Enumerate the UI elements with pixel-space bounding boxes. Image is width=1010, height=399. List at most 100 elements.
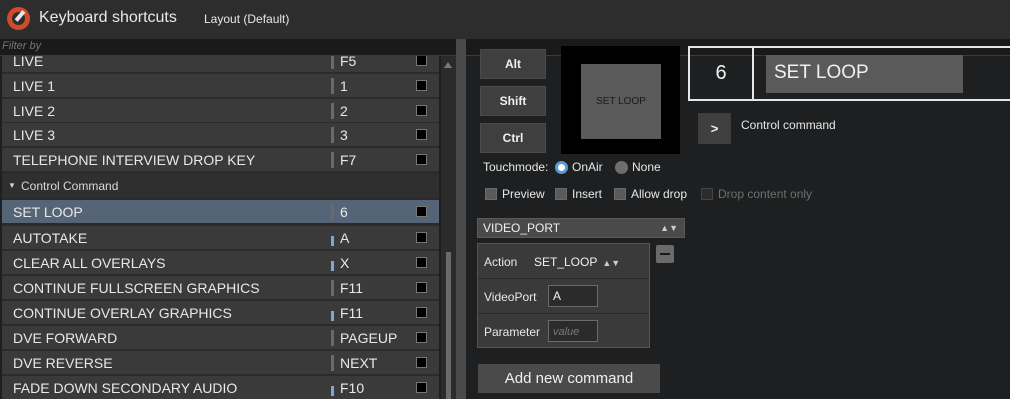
list-item[interactable]: LIVE 1 1 [2,74,439,98]
shortcut-key: F11 [340,305,364,321]
command-type-label: Control command [741,118,836,132]
port-select[interactable]: VIDEO_PORT ▲▼ [477,218,685,238]
shortcut-name: LIVE [13,56,44,69]
videoport-row: VideoPort [478,279,649,314]
window-title: Keyboard shortcuts [39,9,177,26]
list-item[interactable]: LIVE 2 2 [2,99,439,123]
command-panel: Action SET_LOOP ▲▼ VideoPort Parameter [477,243,650,348]
divider [331,78,334,94]
list-item-selected[interactable]: SET LOOP 6 [2,200,439,224]
key-preview: SET LOOP [561,46,680,154]
scroll-thumb[interactable] [446,252,451,399]
parameter-row: Parameter [478,314,649,349]
shortcut-key: 1 [340,78,348,94]
enable-checkbox[interactable] [416,129,427,140]
shift-modifier-button[interactable]: Shift [480,86,546,116]
divider [331,236,334,246]
divider [331,127,334,143]
add-new-command-button[interactable]: Add new command [478,364,660,393]
shortcut-name: FADE DOWN SECONDARY AUDIO [13,380,238,396]
onair-radio[interactable] [555,161,568,174]
insert-checkbox[interactable] [555,188,567,200]
enable-checkbox[interactable] [416,232,427,243]
list-item[interactable]: LIVE 3 3 [2,123,439,147]
divider [331,103,334,119]
app-logo-icon [7,7,30,30]
shortcut-name: CONTINUE FULLSCREEN GRAPHICS [13,280,260,296]
layout-menu[interactable]: Layout (Default) [204,12,289,26]
parameter-input[interactable] [548,320,598,342]
shortcut-name: TELEPHONE INTERVIEW DROP KEY [13,152,256,168]
list-item[interactable]: AUTOTAKE A [2,226,439,250]
enable-checkbox[interactable] [416,56,427,66]
enable-checkbox[interactable] [416,282,427,293]
enable-checkbox[interactable] [416,154,427,165]
preview-checkbox[interactable] [485,188,497,200]
key-preview-label: SET LOOP [581,64,661,139]
touchmode-label: Touchmode: [483,160,549,174]
enable-checkbox[interactable] [416,332,427,343]
shortcut-key: 3 [340,127,348,143]
enable-checkbox[interactable] [416,357,427,368]
command-name-field[interactable]: SET LOOP [766,55,963,93]
ctrl-modifier-button[interactable]: Ctrl [480,123,546,153]
videoport-label: VideoPort [484,290,537,304]
list-item[interactable]: DVE REVERSE NEXT [2,351,439,375]
allow-drop-checkbox[interactable] [614,188,626,200]
collapse-caret-icon[interactable]: ▼ [8,181,16,190]
divider [331,261,334,271]
action-select[interactable]: SET_LOOP ▲▼ [534,255,620,269]
list-item[interactable]: CONTINUE FULLSCREEN GRAPHICS F11 [2,276,439,300]
list-item[interactable]: DVE FORWARD PAGEUP [2,326,439,350]
divider [331,280,334,296]
shortcut-key: NEXT [340,355,378,371]
shortcut-list: LIVE F5 LIVE 1 1 LIVE 2 2 LIVE 3 3 TELEP… [2,56,439,399]
enable-checkbox[interactable] [416,105,427,116]
list-item[interactable]: TELEPHONE INTERVIEW DROP KEY F7 [2,148,439,172]
updown-arrows-icon: ▲▼ [602,258,621,268]
action-select-value: SET_LOOP [534,255,598,269]
list-item[interactable]: CLEAR ALL OVERLAYS X [2,251,439,275]
enable-checkbox[interactable] [416,206,427,217]
allow-drop-checkbox-label: Allow drop [631,187,688,201]
drop-content-only-label: Drop content only [718,187,813,201]
shortcut-key: F5 [340,56,357,69]
list-item[interactable]: CONTINUE OVERLAY GRAPHICS F11 [2,301,439,325]
divider [331,355,334,371]
shortcut-name: LIVE 3 [13,127,56,143]
enable-checkbox[interactable] [416,307,427,318]
assigned-key[interactable]: 6 [690,48,754,99]
divider [331,204,334,220]
divider [331,152,334,168]
shortcut-name: CONTINUE OVERLAY GRAPHICS [13,305,232,321]
updown-arrows-icon: ▲▼ [660,223,678,233]
divider [331,386,334,396]
list-scrollbar[interactable] [441,56,456,399]
group-header[interactable]: ▼ Control Command [2,174,439,198]
scroll-up-arrow-icon[interactable] [444,62,452,68]
shortcut-name: CLEAR ALL OVERLAYS [13,255,166,271]
enable-checkbox[interactable] [416,257,427,268]
shortcut-key: F7 [340,152,357,168]
shortcut-key: X [340,255,350,271]
remove-command-button[interactable] [656,245,674,263]
videoport-input[interactable] [548,285,598,307]
list-item[interactable]: LIVE F5 [2,56,439,73]
panel-splitter[interactable] [456,39,466,399]
key-assignment-box: 6 SET LOOP [688,46,1010,101]
shortcut-key: PAGEUP [340,330,398,346]
shortcut-name: LIVE 1 [13,78,56,94]
shortcut-key: 6 [340,204,348,220]
filter-input[interactable] [2,40,302,52]
insert-checkbox-label: Insert [572,187,603,201]
none-radio[interactable] [615,161,628,174]
command-type-button[interactable]: > [698,113,731,144]
shortcut-key: F10 [340,380,365,396]
shortcut-key: A [340,230,350,246]
enable-checkbox[interactable] [416,382,427,393]
divider [331,56,334,69]
shortcut-key: F11 [340,280,364,296]
enable-checkbox[interactable] [416,80,427,91]
alt-modifier-button[interactable]: Alt [480,49,546,79]
list-item[interactable]: FADE DOWN SECONDARY AUDIO F10 [2,376,439,399]
